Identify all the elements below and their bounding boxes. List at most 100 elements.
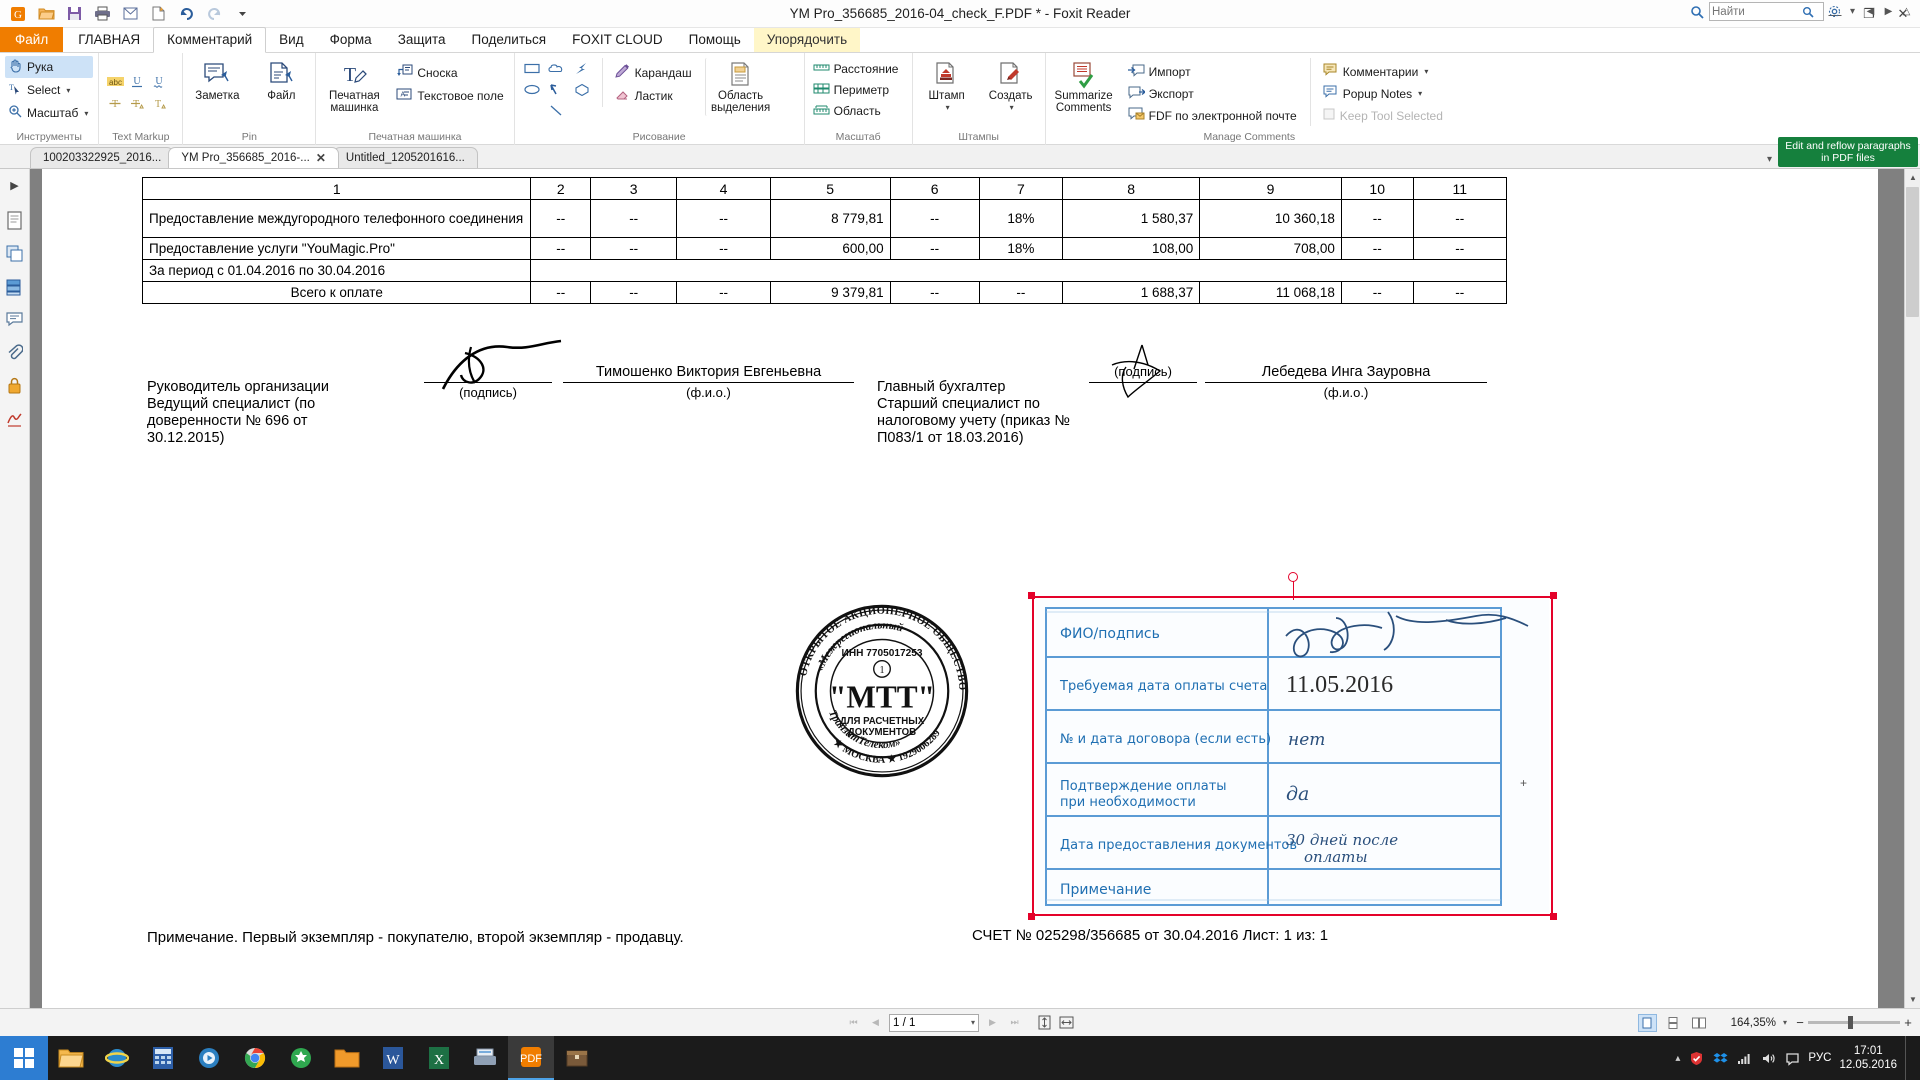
scroll-down-icon[interactable]: ▼ <box>1905 991 1920 1008</box>
doc-tab-2[interactable]: Untitled_1205201616... <box>333 147 478 168</box>
insert-text-icon[interactable]: T <box>148 94 170 114</box>
shape-tools[interactable] <box>520 58 594 120</box>
doc-tab-0[interactable]: 100203322925_2016... <box>30 147 174 168</box>
last-page-button[interactable]: ⏭ <box>1006 1014 1023 1032</box>
comments-dropdown-button[interactable]: Комментарии ▾ <box>1319 61 1448 82</box>
search-input[interactable] <box>1712 6 1802 18</box>
comments-panel-icon[interactable] <box>3 307 27 331</box>
print-icon[interactable] <box>90 2 114 26</box>
polyline-icon[interactable] <box>570 58 594 78</box>
pin-file-button[interactable]: Файл <box>252 58 310 104</box>
menu-tab-share[interactable]: Поделиться <box>459 28 560 52</box>
show-desktop-button[interactable] <box>1905 1036 1912 1080</box>
fit-page-icon[interactable] <box>1036 1014 1053 1032</box>
taskbar-scanner[interactable] <box>462 1036 508 1080</box>
ribbon-collapse-icon[interactable]: △ <box>1899 3 1914 20</box>
redo-icon[interactable] <box>202 2 226 26</box>
new-from-clipboard-icon[interactable] <box>146 2 170 26</box>
taskbar-excel[interactable]: X <box>416 1036 462 1080</box>
security-icon[interactable] <box>3 373 27 397</box>
taskbar-media-player[interactable] <box>186 1036 232 1080</box>
ribbon-tab-bar[interactable]: Файл ГЛАВНАЯ Комментарий Вид Форма Защит… <box>0 28 1920 53</box>
selection-area-button[interactable]: Область выделения <box>705 58 771 116</box>
continuous-view-icon[interactable] <box>1664 1014 1683 1032</box>
antivirus-icon[interactable] <box>1688 1050 1704 1066</box>
typewriter-button[interactable]: T Печатная машинка <box>321 58 387 116</box>
menu-tab-arrange[interactable]: Упорядочить <box>754 28 860 52</box>
menu-tab-view[interactable]: Вид <box>266 28 316 52</box>
close-icon[interactable]: ✕ <box>316 151 326 165</box>
fdf-email-button[interactable]: FDF по электронной почте <box>1125 105 1302 126</box>
tab-overflow-icon[interactable]: ▾ <box>1767 154 1772 165</box>
menu-tab-home[interactable]: ГЛАВНАЯ <box>65 28 153 52</box>
page-number-field[interactable]: 1 / 1 ▾ <box>889 1014 979 1032</box>
line-icon[interactable] <box>545 100 569 120</box>
attachments-icon[interactable] <box>3 340 27 364</box>
pin-note-button[interactable]: Заметка <box>188 58 246 104</box>
chevron-down-icon[interactable]: ▾ <box>1783 1018 1787 1027</box>
squiggly-icon[interactable]: U <box>148 72 170 92</box>
doc-tab-1[interactable]: YM Pro_356685_2016-... ✕ <box>168 147 339 168</box>
document-tab-bar[interactable]: 100203322925_2016... YM Pro_356685_2016-… <box>0 145 1920 169</box>
fit-width-icon[interactable] <box>1058 1014 1075 1032</box>
signatures-icon[interactable] <box>3 406 27 430</box>
taskbar[interactable]: W X PDF ▴ РУС 17:01 12.05.2016 <box>0 1036 1920 1080</box>
dropbox-icon[interactable] <box>1712 1050 1728 1066</box>
pdf-page[interactable]: 1 2 3 4 5 6 7 8 9 10 11 Предоставление м… <box>42 169 1878 1008</box>
open-icon[interactable] <box>34 2 58 26</box>
next-view-icon[interactable]: ▶ <box>1881 3 1896 20</box>
chevron-down-icon[interactable]: ▾ <box>1418 89 1422 98</box>
zoom-in-button[interactable]: + <box>1902 1015 1914 1030</box>
taskbar-internet-explorer[interactable] <box>94 1036 140 1080</box>
rail-expand-icon[interactable]: ▶ <box>3 173 27 197</box>
stamp-button[interactable]: Штамп ▾ <box>918 58 976 116</box>
reflow-tooltip[interactable]: Edit and reflow paragraphs in PDF files <box>1778 137 1918 167</box>
chevron-down-icon[interactable]: ▾ <box>1010 102 1014 114</box>
chevron-down-icon[interactable]: ▾ <box>946 102 950 114</box>
taskbar-word[interactable]: W <box>370 1036 416 1080</box>
pencil-button[interactable]: Карандаш <box>611 62 697 84</box>
strikeout-icon[interactable]: T <box>104 94 126 114</box>
zoom-out-button[interactable]: − <box>1794 1015 1806 1030</box>
menu-tab-foxit-cloud[interactable]: FOXIT CLOUD <box>559 28 676 52</box>
rotation-handle[interactable] <box>1288 572 1298 582</box>
tray-expand-icon[interactable]: ▴ <box>1675 1053 1680 1064</box>
menu-tab-comment[interactable]: Комментарий <box>153 27 266 53</box>
cloud-icon[interactable] <box>545 58 569 78</box>
start-button[interactable] <box>0 1036 48 1080</box>
scanned-form-annotation[interactable]: ФИО/подпись Требуемая дата оплаты счета … <box>1032 596 1553 916</box>
status-right[interactable]: 164,35% ▾ − + <box>1638 1014 1914 1032</box>
menu-tab-protect[interactable]: Защита <box>385 28 459 52</box>
keep-tool-selected-checkbox[interactable]: Keep Tool Selected <box>1319 105 1448 126</box>
chevron-down-icon[interactable]: ▾ <box>66 86 70 95</box>
chevron-down-icon[interactable]: ▾ <box>1424 67 1428 76</box>
email-icon[interactable] <box>118 2 142 26</box>
settings-icon[interactable] <box>1827 3 1842 20</box>
measure-distance-button[interactable]: Расстояние <box>810 59 904 79</box>
search-box[interactable] <box>1709 2 1824 21</box>
taskbar-chrome[interactable] <box>232 1036 278 1080</box>
search-icon[interactable] <box>1688 3 1706 21</box>
save-icon[interactable] <box>62 2 86 26</box>
action-center-icon[interactable] <box>1784 1050 1800 1066</box>
polygon-icon[interactable] <box>570 79 594 99</box>
quick-access-toolbar[interactable]: G <box>0 2 254 26</box>
eraser-button[interactable]: Ластик <box>611 85 697 107</box>
highlight-abc-icon[interactable]: abc <box>104 72 126 92</box>
export-comments-button[interactable]: Экспорт <box>1125 83 1302 104</box>
volume-icon[interactable] <box>1760 1050 1776 1066</box>
measure-area-button[interactable]: Область <box>810 101 904 121</box>
clock[interactable]: 17:01 12.05.2016 <box>1839 1044 1897 1072</box>
page-navigation[interactable]: ⏮ ◀ 1 / 1 ▾ ▶ ⏭ <box>0 1014 1920 1032</box>
tool-select[interactable]: T Select ▾ <box>5 79 93 101</box>
prev-view-icon[interactable]: ◀ <box>1863 3 1878 20</box>
first-page-button[interactable]: ⏮ <box>845 1014 862 1032</box>
menu-tab-file[interactable]: Файл <box>0 27 63 52</box>
taskbar-foxit-reader[interactable]: PDF <box>508 1036 554 1080</box>
resize-handle-ne[interactable] <box>1550 592 1557 599</box>
system-tray[interactable]: ▴ РУС 17:01 12.05.2016 <box>1675 1036 1920 1080</box>
ellipse-icon[interactable] <box>520 79 544 99</box>
chevron-down-icon[interactable]: ▾ <box>84 109 88 118</box>
underline-icon[interactable]: U <box>126 72 148 92</box>
taskbar-file-explorer[interactable] <box>48 1036 94 1080</box>
